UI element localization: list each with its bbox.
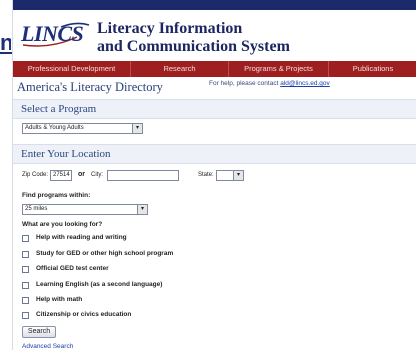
option-label: Learning English (as a second language) — [36, 281, 163, 288]
reading-writing-checkbox[interactable] — [22, 235, 29, 242]
chevron-down-icon: ▾ — [137, 205, 147, 214]
top-bar — [13, 0, 416, 10]
option-label: Official GED test center — [36, 265, 109, 272]
or-label: or — [78, 171, 85, 178]
option-label: Help with reading and writing — [36, 234, 127, 241]
nav-research[interactable]: Research — [131, 61, 229, 77]
city-label: City: — [91, 172, 103, 178]
within-label: Find programs within: — [22, 192, 91, 199]
zip-code-input[interactable]: 27514 — [50, 170, 72, 181]
site-title-line1: Literacy Information — [97, 20, 243, 37]
ged-high-school-checkbox[interactable] — [22, 251, 29, 258]
zip-code-label: Zip Code: — [22, 172, 49, 178]
nav-publications[interactable]: Publications — [329, 61, 416, 77]
nav-professional-development[interactable]: Professional Development — [13, 61, 131, 77]
state-label: State: — [198, 172, 214, 178]
help-text-prefix: For help, please contact — [209, 80, 281, 87]
program-select[interactable]: Adults & Young Adults ▾ — [22, 123, 143, 134]
enter-location-bar: Enter Your Location — [13, 144, 416, 164]
chevron-down-icon: ▾ — [233, 171, 243, 180]
chevron-down-icon: ▾ — [132, 124, 142, 133]
enter-location-heading: Enter Your Location — [21, 148, 111, 160]
help-text: For help, please contact ald@lincs.ed.go… — [209, 80, 330, 87]
search-button[interactable]: Search — [22, 326, 56, 338]
page-title: America's Literacy Directory — [17, 80, 163, 94]
option-label: Citizenship or civics education — [36, 311, 132, 318]
side-fragment-underline — [0, 52, 12, 54]
main-nav: Professional Development Research Progra… — [13, 61, 416, 77]
learning-english-checkbox[interactable] — [22, 282, 29, 289]
advanced-search-link[interactable]: Advanced Search — [22, 343, 73, 350]
program-select-value: Adults & Young Adults — [25, 125, 84, 131]
citizenship-checkbox[interactable] — [22, 312, 29, 319]
nav-programs-projects[interactable]: Programs & Projects — [229, 61, 329, 77]
site-title-line2: and Communication System — [97, 38, 290, 55]
distance-select-value: 25 miles — [25, 206, 48, 212]
browser-frame: LINCS Literacy Information and Communica… — [12, 0, 416, 350]
select-program-bar: Select a Program — [13, 99, 416, 119]
option-label: Study for GED or other high school progr… — [36, 250, 174, 257]
ged-test-center-checkbox[interactable] — [22, 266, 29, 273]
distance-select[interactable]: 25 miles ▾ — [22, 204, 148, 215]
city-input[interactable] — [107, 170, 179, 181]
help-email-link[interactable]: ald@lincs.ed.gov — [280, 80, 330, 87]
state-select[interactable]: ▾ — [216, 170, 244, 181]
help-math-checkbox[interactable] — [22, 297, 29, 304]
option-label: Help with math — [36, 296, 83, 303]
looking-for-label: What are you looking for? — [22, 221, 103, 228]
select-program-heading: Select a Program — [21, 103, 97, 115]
logo-wordmark: LINCS — [21, 21, 84, 46]
